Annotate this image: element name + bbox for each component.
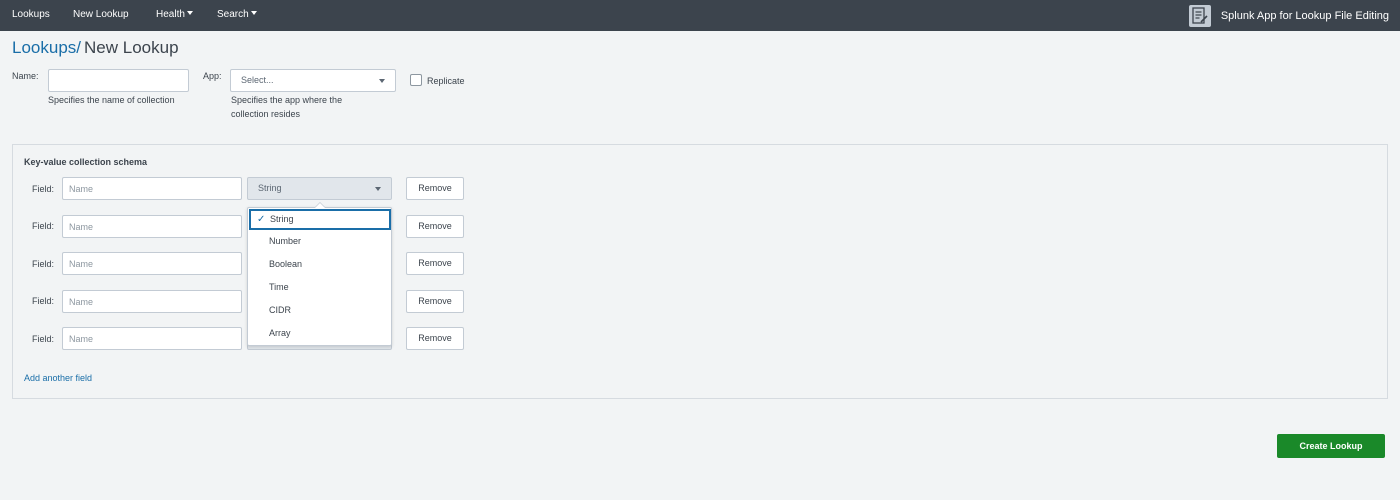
chevron-down-icon — [375, 187, 381, 191]
field-label: Field: — [32, 221, 55, 231]
remove-field-button[interactable]: Remove — [406, 177, 464, 200]
field-name-input[interactable] — [62, 252, 242, 275]
chevron-down-icon — [186, 11, 193, 16]
app-name: Splunk App for Lookup File Editing — [1220, 9, 1389, 22]
type-option-time[interactable]: Time — [249, 277, 391, 298]
breadcrumb-current: New Lookup — [84, 38, 179, 57]
breadcrumb-lookups-link[interactable]: Lookups — [12, 38, 76, 57]
type-option-label: Boolean — [269, 259, 303, 269]
type-option-string[interactable]: ✓ String — [249, 209, 391, 230]
type-option-cidr[interactable]: CIDR — [249, 300, 391, 321]
type-option-label: CIDR — [269, 305, 291, 315]
app-label: App: — [203, 71, 222, 81]
chevron-down-icon — [379, 79, 385, 83]
app-select-value: Select... — [241, 75, 274, 85]
field-type-value: String — [258, 183, 282, 193]
name-label: Name: — [12, 71, 39, 81]
nav-item-new-lookup[interactable]: New Lookup — [73, 0, 129, 31]
remove-field-button[interactable]: Remove — [406, 327, 464, 350]
type-option-number[interactable]: Number — [249, 231, 391, 252]
nav-item-search-label: Search — [217, 9, 249, 20]
breadcrumb-separator: / — [76, 38, 82, 57]
field-type-dropdown-menu: ✓ String Number Boolean Time CIDR Array — [247, 202, 392, 346]
chevron-down-icon — [250, 11, 257, 16]
nav-item-lookups[interactable]: Lookups — [12, 0, 50, 31]
field-name-input[interactable] — [62, 215, 242, 238]
schema-title: Key-value collection schema — [24, 157, 148, 167]
field-name-input[interactable] — [62, 327, 242, 350]
field-label: Field: — [32, 259, 55, 269]
app-brand[interactable]: Splunk App for Lookup File Editing — [1188, 0, 1389, 31]
field-name-input[interactable] — [62, 290, 242, 313]
check-icon: ✓ — [257, 214, 266, 225]
remove-field-button[interactable]: Remove — [406, 290, 464, 313]
nav-item-health[interactable]: Health — [156, 0, 193, 31]
field-name-input[interactable] — [62, 177, 242, 200]
replicate-checkbox[interactable] — [410, 74, 422, 86]
create-lookup-button[interactable]: Create Lookup — [1277, 434, 1385, 458]
field-type-select[interactable]: String — [247, 177, 392, 200]
app-select[interactable]: Select... — [230, 69, 396, 92]
dropdown-pointer — [314, 202, 326, 208]
replicate-label[interactable]: Replicate — [427, 76, 465, 86]
top-nav-bar: Lookups New Lookup Health Search Splunk … — [0, 0, 1400, 31]
field-label: Field: — [32, 184, 55, 194]
name-help-text: Specifies the name of collection — [48, 95, 175, 105]
app-help-text-line1: Specifies the app where the — [231, 95, 343, 105]
nav-item-search[interactable]: Search — [217, 0, 257, 31]
type-option-label: Number — [269, 236, 302, 246]
nav-item-health-label: Health — [156, 9, 185, 20]
type-option-label: Time — [269, 282, 289, 292]
field-label: Field: — [32, 296, 55, 306]
remove-field-button[interactable]: Remove — [406, 215, 464, 238]
type-option-boolean[interactable]: Boolean — [249, 254, 391, 275]
lookup-editor-icon — [1188, 4, 1211, 27]
remove-field-button[interactable]: Remove — [406, 252, 464, 275]
type-option-array[interactable]: Array — [249, 323, 391, 344]
type-option-label: Array — [269, 328, 291, 338]
add-another-field-link[interactable]: Add another field — [24, 373, 92, 383]
app-help-text-line2: collection resides — [231, 109, 301, 119]
page-title: Lookups/New Lookup — [12, 38, 179, 58]
name-input[interactable] — [48, 69, 189, 92]
field-label: Field: — [32, 334, 55, 344]
type-option-label: String — [270, 214, 294, 224]
